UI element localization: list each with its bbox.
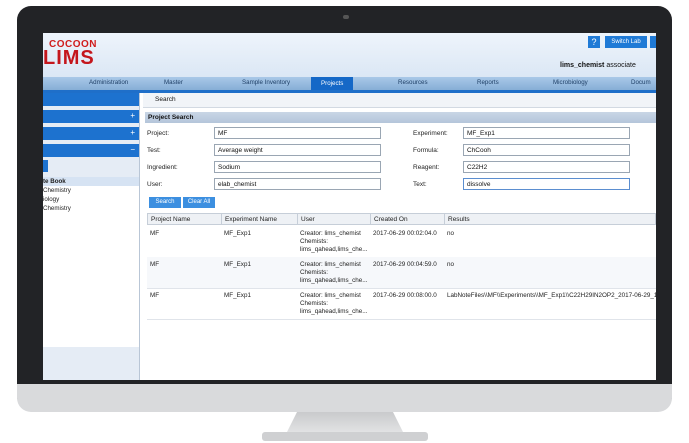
text-label: Text: xyxy=(413,181,427,188)
search-subtab-bar: Search xyxy=(143,93,656,108)
sidebar: + + − te Book Chemistry iology Chemistry xyxy=(43,93,140,380)
current-user: lims_chemist associate xyxy=(560,62,636,69)
table-row[interactable]: MF MF_Exp1 Creator: lims_chemist Chemist… xyxy=(147,288,656,320)
nav-item-resources[interactable]: Resources xyxy=(398,79,428,86)
cell-project: MF xyxy=(150,230,160,237)
cell-user-line3: lims_qahead,lims_che... xyxy=(300,277,368,284)
nav-item-microbiology[interactable]: Microbiology xyxy=(553,79,588,86)
nav-item-projects[interactable]: Projects xyxy=(311,77,354,90)
expand-icon[interactable]: + xyxy=(130,111,135,120)
cell-user-line2: Chemists: xyxy=(300,300,328,307)
cell-created-on: 2017-06-29 00:04:59.0 xyxy=(373,261,437,268)
switch-lab-button[interactable]: Switch Lab xyxy=(605,36,647,48)
main-content: Search Project Search Project: MF Test: … xyxy=(143,93,656,380)
column-project-name[interactable]: Project Name xyxy=(151,216,190,223)
column-divider xyxy=(370,214,371,225)
clear-all-button[interactable]: Clear All xyxy=(183,197,215,208)
tree-item[interactable]: Chemistry xyxy=(43,186,139,195)
cell-project: MF xyxy=(150,292,160,299)
nav-item-administration[interactable]: Administration xyxy=(89,79,128,86)
project-label: Project: xyxy=(147,130,170,137)
cell-user-line2: Chemists: xyxy=(300,269,328,276)
cell-created-on: 2017-06-29 00:02:04.0 xyxy=(373,230,437,237)
ingredient-label: Ingredient: xyxy=(147,164,178,171)
reagent-label: Reagent: xyxy=(413,164,440,171)
table-row[interactable]: MF MF_Exp1 Creator: lims_chemist Chemist… xyxy=(147,257,656,289)
tree-title[interactable]: te Book xyxy=(43,177,139,186)
reagent-input[interactable]: C22H2 xyxy=(463,161,630,173)
app-screen: COCOON LIMS ? Switch Lab lims_chemist as… xyxy=(43,33,656,380)
cell-project: MF xyxy=(150,261,160,268)
nav-item-documents[interactable]: Docum xyxy=(631,79,651,86)
cell-user-line3: lims_qahead,lims_che... xyxy=(300,308,368,315)
table-header: Project Name Experiment Name User Create… xyxy=(147,213,656,225)
cell-user-line1: Creator: lims_chemist xyxy=(300,261,361,268)
cell-result[interactable]: no xyxy=(447,261,454,269)
header-extra-button[interactable] xyxy=(650,36,656,48)
collapse-icon[interactable]: − xyxy=(130,145,135,154)
cell-user-line3: lims_qahead,lims_che... xyxy=(300,246,368,253)
test-input[interactable]: Average weight xyxy=(214,144,381,156)
column-created-on[interactable]: Created On xyxy=(374,216,408,223)
user-role: associate xyxy=(606,62,636,69)
monitor-stand xyxy=(262,432,428,441)
search-button[interactable]: Search xyxy=(149,197,181,208)
tree-item[interactable]: Chemistry xyxy=(43,204,139,213)
nav-item-reports[interactable]: Reports xyxy=(477,79,499,86)
column-divider xyxy=(221,214,222,225)
column-divider xyxy=(444,214,445,225)
cell-user-line2: Chemists: xyxy=(300,238,328,245)
main-nav: Administration Master Sample Inventory P… xyxy=(43,77,656,90)
user-name: lims_chemist xyxy=(560,62,605,69)
sidebar-toggle-button[interactable] xyxy=(43,160,48,172)
help-button[interactable]: ? xyxy=(588,36,600,48)
user-input[interactable]: elab_chemist xyxy=(214,178,381,190)
test-label: Test: xyxy=(147,147,161,154)
cell-experiment: MF_Exp1 xyxy=(224,292,251,299)
app-logo: LIMS xyxy=(43,47,95,69)
column-results[interactable]: Results xyxy=(448,216,470,223)
nav-item-sample-inventory[interactable]: Sample Inventory xyxy=(242,79,290,86)
cell-user-line1: Creator: lims_chemist xyxy=(300,230,361,237)
tab-search[interactable]: Search xyxy=(155,96,176,103)
user-label: User: xyxy=(147,181,163,188)
project-input[interactable]: MF xyxy=(214,127,381,139)
experiment-input[interactable]: MF_Exp1 xyxy=(463,127,630,139)
sidebar-panel-2[interactable]: + xyxy=(43,110,139,123)
formula-label: Formula: xyxy=(413,147,439,154)
experiment-label: Experiment: xyxy=(413,130,448,137)
cell-experiment: MF_Exp1 xyxy=(224,261,251,268)
section-title: Project Search xyxy=(145,112,656,123)
cell-experiment: MF_Exp1 xyxy=(224,230,251,237)
notebook-tree: te Book Chemistry iology Chemistry xyxy=(43,177,139,347)
text-input[interactable]: dissolve xyxy=(463,178,630,190)
nav-item-master[interactable]: Master xyxy=(164,79,183,86)
monitor-chin xyxy=(17,384,672,412)
app-header: COCOON LIMS ? Switch Lab lims_chemist as… xyxy=(43,33,656,77)
sidebar-panel-3[interactable]: + xyxy=(43,127,139,140)
cell-result[interactable]: no xyxy=(447,230,454,238)
ingredient-input[interactable]: Sodium xyxy=(214,161,381,173)
column-divider xyxy=(297,214,298,225)
cell-user-line1: Creator: lims_chemist xyxy=(300,292,361,299)
cell-result-file-link[interactable]: LabNoteFiles\\MF\\Experiments\\MF_Exp1\\… xyxy=(447,292,656,300)
sidebar-panel-4[interactable]: − xyxy=(43,144,139,157)
tree-item[interactable]: iology xyxy=(43,195,139,204)
column-experiment-name[interactable]: Experiment Name xyxy=(225,216,277,223)
formula-input[interactable]: ChCooh xyxy=(463,144,630,156)
webcam-icon xyxy=(343,15,349,19)
sidebar-panel-1[interactable] xyxy=(43,93,139,106)
column-user[interactable]: User xyxy=(301,216,315,223)
table-row[interactable]: MF MF_Exp1 Creator: lims_chemist Chemist… xyxy=(147,226,656,258)
expand-icon[interactable]: + xyxy=(130,128,135,137)
cell-created-on: 2017-06-29 00:08:00.0 xyxy=(373,292,437,299)
